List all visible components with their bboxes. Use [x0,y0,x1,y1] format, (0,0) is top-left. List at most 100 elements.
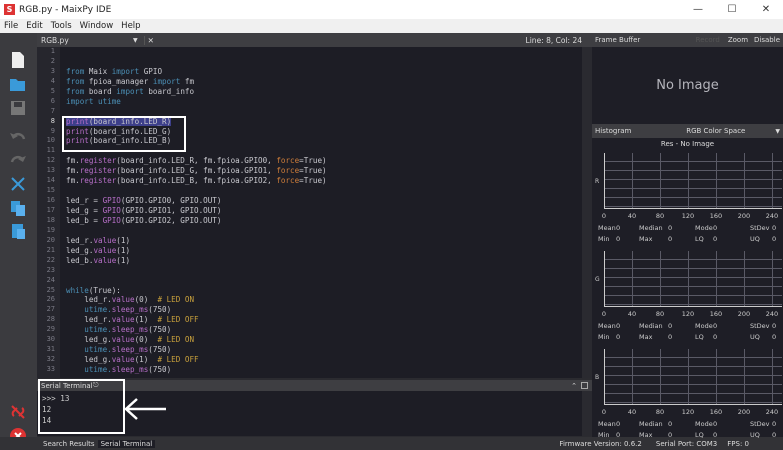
code-line: fm.register(board_info.LED_G, fm.fpioa.G… [60,166,582,176]
copy-icon[interactable] [9,199,27,217]
minimize-button[interactable]: — [681,0,715,19]
x-tick: 200 [737,310,751,318]
code-line: led_r.value(0) # LED ON [60,295,582,305]
stat-label: Mean [598,420,616,428]
code-token: (750) [148,325,172,335]
line-number: 22 [46,255,55,264]
line-number: 7 [50,106,55,115]
x-axis-ticks: 0 40 80 120 160 200 240 [592,310,783,320]
line-number: 25 [46,285,55,294]
cut-icon[interactable] [9,175,27,193]
x-tick: 240 [765,212,779,220]
code-editor[interactable]: from Maix import GPIO from fpioa_manager … [60,47,582,378]
code-token: led_r. [66,235,94,245]
code-line: utime.sleep_ms(750) [60,345,582,355]
close-window-button[interactable]: ✕ [749,0,783,19]
stat-label: Min [598,333,610,341]
code-line: led_r = GPIO(GPIO.GPIO0, GPIO.OUT) [60,196,582,206]
code-token: register [79,156,117,166]
close-tab-button[interactable]: ✕ [143,35,157,45]
code-token: led_g. [66,355,112,365]
disable-button[interactable]: Disable [754,36,780,44]
stat-value: 0 [616,420,621,428]
stat-value: 0 [772,224,777,232]
open-folder-icon[interactable] [9,75,27,93]
code-token: # LED ON [157,335,195,345]
line-number: 10 [46,136,55,145]
code-line: led_g = GPIO(GPIO.GPIO1, GPIO.OUT) [60,206,582,216]
code-token: (750) [148,305,172,315]
line-number: 18 [46,215,55,224]
code-token: from [66,66,89,76]
channel-label: G [595,276,600,283]
code-token: fpioa_manager [88,76,153,86]
save-icon[interactable] [9,99,27,117]
stat-label: UQ [750,235,760,243]
zoom-button[interactable]: Zoom [728,36,748,44]
code-token: from [66,86,89,96]
stat-label: UQ [750,333,760,341]
line-number: 15 [46,186,55,195]
color-space-select[interactable]: RGB Color Space [686,127,745,135]
maximize-terminal-icon[interactable] [581,382,588,389]
record-button[interactable]: Record [696,36,720,44]
stat-label: Max [639,333,653,341]
disconnected-icon[interactable] [9,403,27,421]
stat-value: 0 [668,333,673,341]
menu-window[interactable]: Window [80,21,114,31]
line-number: 31 [46,345,55,354]
x-tick: 0 [601,408,607,416]
code-line: utime.sleep_ms(750) [60,325,582,335]
x-tick: 120 [681,408,695,416]
file-tab[interactable]: RGB.py [41,36,133,45]
stat-value: 0 [668,322,673,330]
stat-label: StDev [750,224,770,232]
file-dropdown-icon[interactable]: ▼ [133,37,138,44]
code-token: utime. [66,305,112,315]
code-line: from fpioa_manager import fm [60,77,582,87]
tab-search-results[interactable]: Search Results [40,440,98,448]
frame-buffer-title: Frame Buffer [595,36,641,44]
line-number: 20 [46,235,55,244]
code-token: sleep_ms [111,325,149,335]
menu-tools[interactable]: Tools [51,21,72,31]
tab-serial-terminal[interactable]: Serial Terminal [97,439,156,448]
x-tick: 0 [601,310,607,318]
stat-label: LQ [695,431,704,439]
editor-scrollbar[interactable] [582,47,592,378]
terminal-scrollbar[interactable] [582,391,592,436]
channel-label: B [595,374,600,381]
stat-value: 0 [713,235,718,243]
x-tick: 0 [601,212,607,220]
collapse-terminal-icon[interactable]: ⌃ [571,382,577,390]
paste-icon[interactable] [9,222,27,240]
menu-file[interactable]: File [4,21,18,31]
code-token: # LED OFF [157,355,199,365]
code-token: import [66,96,99,106]
code-line: from board import board_info [60,87,582,97]
chevron-down-icon[interactable]: ▼ [775,128,780,135]
code-token: (750) [148,365,172,374]
code-token: value [111,315,135,325]
histogram-b: B 0 40 80 120 160 200 240 Mean 0 Median 0 Mode 0 StDev… [592,346,783,444]
code-token: fm. [66,176,80,186]
code-token: fm. [66,166,80,176]
stat-value: 0 [713,420,718,428]
stat-value: 0 [772,420,777,428]
redo-icon[interactable] [9,151,27,169]
stat-value: 0 [668,431,673,439]
x-axis-ticks: 0 40 80 120 160 200 240 [592,408,783,418]
line-number: 11 [46,146,55,155]
line-number: 2 [50,56,55,65]
code-token: import [152,76,185,86]
code-token: register [79,166,117,176]
undo-icon[interactable] [9,128,27,146]
maximize-button[interactable]: ☐ [715,0,749,19]
menu-bar: File Edit Tools Window Help [0,19,783,33]
frame-buffer-header: Frame Buffer Record Zoom Disable [592,33,783,47]
new-file-icon[interactable] [9,51,27,69]
stat-label: Mode [695,224,713,232]
menu-edit[interactable]: Edit [26,21,42,31]
menu-help[interactable]: Help [121,21,140,31]
